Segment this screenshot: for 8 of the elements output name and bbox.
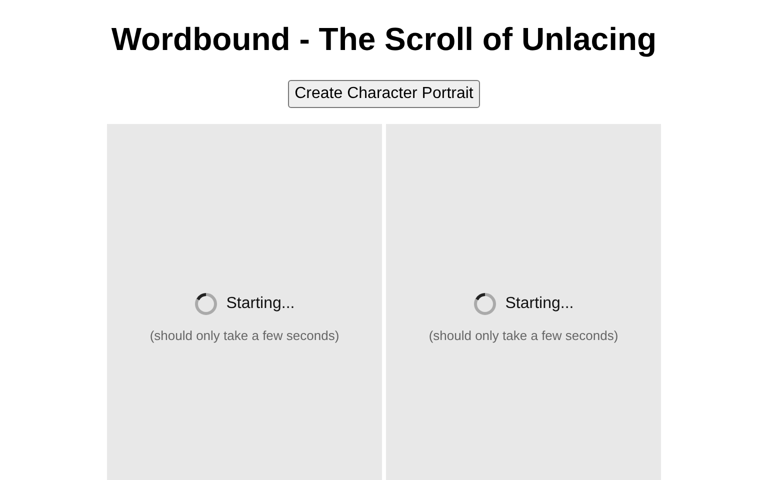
status-note: (should only take a few seconds): [150, 326, 340, 345]
status-text: Starting...: [226, 294, 295, 314]
status-note: (should only take a few seconds): [428, 326, 618, 345]
loading-spinner-icon: [473, 292, 498, 316]
page-title: Wordbound - The Scroll of Unlacing: [110, 20, 658, 58]
loading-spinner-icon: [194, 292, 218, 316]
create-portrait-button[interactable]: Create Character Portrait: [288, 80, 480, 108]
status-text: Starting...: [505, 294, 574, 314]
